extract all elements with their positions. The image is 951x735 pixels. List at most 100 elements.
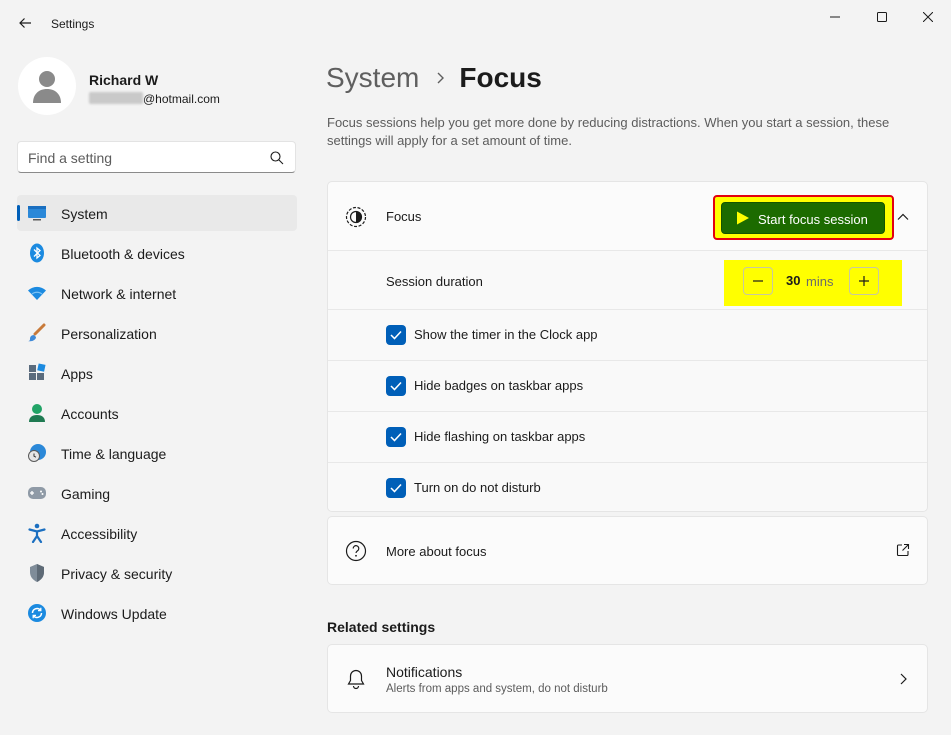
option-row[interactable]: Show the timer in the Clock app xyxy=(328,309,927,360)
option-row[interactable]: Hide flashing on taskbar apps xyxy=(328,411,927,462)
chevron-right-icon xyxy=(900,673,907,685)
bell-icon xyxy=(347,669,365,690)
search-placeholder: Find a setting xyxy=(28,150,113,166)
update-icon xyxy=(27,603,47,623)
chevron-right-icon xyxy=(435,71,445,85)
sidebar-item-label: Time & language xyxy=(61,446,167,462)
decrease-duration-button[interactable] xyxy=(743,267,773,295)
sidebar-item-label: Gaming xyxy=(61,486,111,502)
checkmark-icon xyxy=(390,330,402,340)
sidebar-item-label: System xyxy=(61,206,108,222)
user-email-domain: @hotmail.com xyxy=(143,92,220,106)
maximize-icon xyxy=(877,12,887,22)
globe-clock-icon xyxy=(27,443,47,463)
option-label: Show the timer in the Clock app xyxy=(414,327,598,342)
increase-duration-button[interactable] xyxy=(849,267,879,295)
hide-badges-checkbox[interactable] xyxy=(386,376,406,396)
title-bar: Settings xyxy=(0,0,951,48)
help-icon xyxy=(345,540,367,562)
option-row[interactable]: Hide badges on taskbar apps xyxy=(328,360,927,411)
app-title: Settings xyxy=(51,17,95,31)
sidebar-item-label: Windows Update xyxy=(61,606,167,622)
chevron-up-icon[interactable] xyxy=(896,210,910,224)
sidebar-item-privacy[interactable]: Privacy & security xyxy=(17,555,297,591)
page-title: Focus xyxy=(459,62,542,93)
sidebar-item-accounts[interactable]: Accounts xyxy=(17,395,297,431)
more-about-focus-label: More about focus xyxy=(386,544,487,559)
user-email: @hotmail.com xyxy=(89,92,220,106)
paintbrush-icon xyxy=(27,323,47,343)
focus-icon xyxy=(345,206,367,228)
more-about-focus-link[interactable]: More about focus xyxy=(327,516,928,585)
avatar xyxy=(18,57,76,115)
sidebar-item-windows-update[interactable]: Windows Update xyxy=(17,595,297,631)
wifi-icon xyxy=(27,283,47,303)
notifications-subtitle: Alerts from apps and system, do not dist… xyxy=(386,683,608,695)
maximize-button[interactable] xyxy=(859,4,905,30)
plus-icon xyxy=(859,276,869,286)
sidebar-nav: System Bluetooth & devices Network & int… xyxy=(17,195,297,635)
option-row[interactable]: Turn on do not disturb xyxy=(328,462,927,511)
close-button[interactable] xyxy=(905,4,951,30)
duration-unit: mins xyxy=(806,274,834,289)
sidebar-item-network[interactable]: Network & internet xyxy=(17,275,297,311)
notifications-title: Notifications xyxy=(386,664,463,680)
hide-flashing-checkbox[interactable] xyxy=(386,427,406,447)
user-profile[interactable]: Richard W @hotmail.com xyxy=(18,57,288,117)
person-icon xyxy=(27,403,47,423)
sidebar-item-label: Apps xyxy=(61,366,93,382)
start-focus-session-button[interactable]: Start focus session xyxy=(721,202,885,234)
checkmark-icon xyxy=(390,432,402,442)
sidebar-item-accessibility[interactable]: Accessibility xyxy=(17,515,297,551)
checkmark-icon xyxy=(390,381,402,391)
accessibility-icon xyxy=(27,523,47,543)
option-label: Hide badges on taskbar apps xyxy=(414,378,584,393)
apps-icon xyxy=(27,363,47,383)
monitor-icon xyxy=(27,203,47,223)
redacted-email-prefix xyxy=(89,92,143,104)
show-timer-checkbox[interactable] xyxy=(386,325,406,345)
sidebar-item-time-language[interactable]: Time & language xyxy=(17,435,297,471)
page-description: Focus sessions help you get more done by… xyxy=(327,115,890,148)
sidebar-item-label: Accessibility xyxy=(61,526,138,542)
back-button[interactable] xyxy=(12,10,38,36)
start-focus-session-label: Start focus session xyxy=(758,212,868,227)
person-placeholder-icon xyxy=(33,71,61,103)
open-external-icon xyxy=(896,543,910,557)
focus-label: Focus xyxy=(386,209,422,224)
play-icon xyxy=(737,211,749,225)
sidebar-item-label: Network & internet xyxy=(61,286,177,302)
sidebar-item-personalization[interactable]: Personalization xyxy=(17,315,297,351)
minimize-icon xyxy=(830,16,840,18)
checkmark-icon xyxy=(390,483,402,493)
duration-value: 30 xyxy=(786,273,801,288)
sidebar-item-label: Bluetooth & devices xyxy=(61,246,185,262)
back-arrow-icon xyxy=(19,18,31,28)
close-icon xyxy=(923,12,933,22)
minimize-button[interactable] xyxy=(812,4,858,30)
notifications-link[interactable]: Notifications Alerts from apps and syste… xyxy=(327,644,928,713)
sidebar-item-label: Privacy & security xyxy=(61,566,173,582)
focus-settings-card: Focus Start focus session Session durati… xyxy=(327,181,928,512)
option-label: Turn on do not disturb xyxy=(414,480,541,495)
user-name: Richard W xyxy=(89,72,159,88)
do-not-disturb-checkbox[interactable] xyxy=(386,478,406,498)
sidebar-item-system[interactable]: System xyxy=(17,195,297,231)
sidebar-item-apps[interactable]: Apps xyxy=(17,355,297,391)
breadcrumb: System Focus xyxy=(326,58,542,98)
bluetooth-icon xyxy=(27,243,47,263)
sidebar-item-label: Personalization xyxy=(61,326,157,342)
breadcrumb-parent[interactable]: System xyxy=(326,62,419,94)
search-input[interactable]: Find a setting xyxy=(17,141,296,173)
shield-icon xyxy=(27,563,47,583)
search-icon xyxy=(270,151,284,165)
sidebar-item-label: Accounts xyxy=(61,406,119,422)
related-settings-heading: Related settings xyxy=(327,619,436,635)
sidebar-item-bluetooth[interactable]: Bluetooth & devices xyxy=(17,235,297,271)
session-duration-label: Session duration xyxy=(386,274,483,289)
gamepad-icon xyxy=(27,483,47,503)
focus-header-row[interactable]: Focus Start focus session xyxy=(328,182,927,250)
minus-icon xyxy=(753,280,763,282)
option-label: Hide flashing on taskbar apps xyxy=(414,429,586,444)
sidebar-item-gaming[interactable]: Gaming xyxy=(17,475,297,511)
